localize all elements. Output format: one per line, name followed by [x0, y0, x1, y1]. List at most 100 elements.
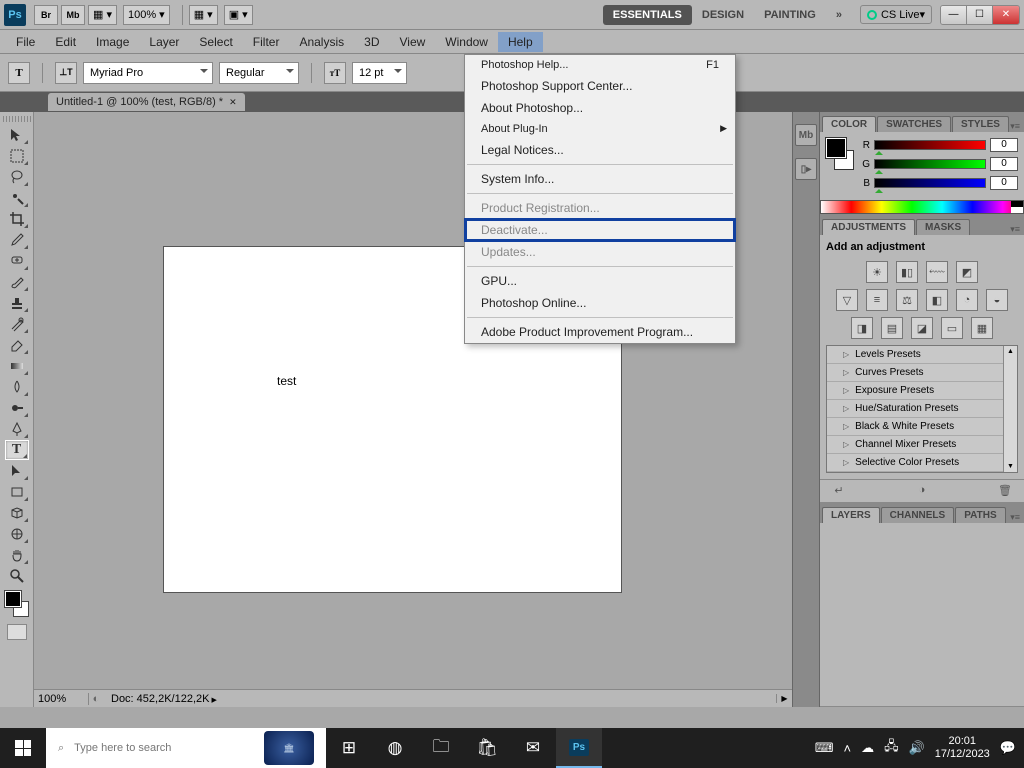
bw-icon[interactable]: ◧ [926, 289, 948, 311]
trash-icon[interactable]: 🗑 [996, 484, 1014, 498]
canvas-text-layer[interactable]: test [277, 374, 296, 388]
blur-tool[interactable] [5, 377, 29, 397]
menu-window[interactable]: Window [435, 32, 498, 52]
font-style-select[interactable]: Regular [219, 62, 299, 84]
g-slider[interactable] [874, 159, 986, 169]
workspace-design[interactable]: DESIGN [692, 5, 754, 25]
maximize-button[interactable]: ☐ [967, 6, 993, 24]
dock-history-icon[interactable]: ▯▸ [795, 158, 817, 180]
brush-tool[interactable] [5, 272, 29, 292]
exposure-icon[interactable]: ◩ [956, 261, 978, 283]
font-family-select[interactable]: Myriad Pro [83, 62, 213, 84]
document-tab[interactable]: Untitled-1 @ 100% (test, RGB/8) *✕ [48, 93, 245, 111]
tab-masks[interactable]: MASKS [916, 219, 970, 235]
workspace-painting[interactable]: PAINTING [754, 5, 826, 25]
fg-swatch[interactable] [826, 138, 846, 158]
workspace-more[interactable]: » [826, 5, 852, 25]
taskbar-photoshop[interactable]: Ps [556, 728, 602, 768]
help-improvement-program[interactable]: Adobe Product Improvement Program... [465, 321, 735, 343]
type-tool[interactable]: T [5, 440, 29, 460]
return-icon[interactable]: ↵ [830, 484, 848, 498]
b-value[interactable]: 0 [990, 176, 1018, 190]
taskbar-edge[interactable]: ◍ [372, 728, 418, 768]
taskbar-mail[interactable]: ✉ [510, 728, 556, 768]
history-brush-tool[interactable] [5, 314, 29, 334]
b-slider[interactable] [874, 178, 986, 188]
eraser-tool[interactable] [5, 335, 29, 355]
minimize-button[interactable]: — [941, 6, 967, 24]
status-icon[interactable]: ◐ [89, 693, 103, 705]
preset-curves[interactable]: Curves Presets [827, 364, 1017, 382]
help-deactivate[interactable]: Deactivate... [465, 219, 735, 241]
preset-levels[interactable]: Levels Presets [827, 346, 1017, 364]
eyedropper-tool[interactable] [5, 230, 29, 250]
workspace-essentials[interactable]: ESSENTIALS [603, 5, 692, 25]
close-tab-icon[interactable]: ✕ [229, 97, 237, 108]
curves-icon[interactable]: ⬳ [926, 261, 948, 283]
menu-3d[interactable]: 3D [354, 32, 389, 52]
help-legal-notices[interactable]: Legal Notices... [465, 139, 735, 161]
lasso-tool[interactable] [5, 167, 29, 187]
close-button[interactable]: ✕ [993, 6, 1019, 24]
taskbar-store[interactable]: 🛍 [464, 728, 510, 768]
help-photoshop-online[interactable]: Photoshop Online... [465, 292, 735, 314]
dodge-tool[interactable] [5, 398, 29, 418]
posterize-icon[interactable]: ▤ [881, 317, 903, 339]
hue-icon[interactable]: ≡ [866, 289, 888, 311]
panel-color-swatches[interactable] [826, 138, 854, 170]
status-scroll-right[interactable]: ▶ [776, 694, 792, 703]
cs-live-button[interactable]: CS Live ▾ [860, 5, 932, 24]
menu-select[interactable]: Select [189, 32, 242, 52]
task-view-button[interactable]: ⊞ [326, 728, 372, 768]
toolbox-grip[interactable] [3, 116, 31, 122]
g-value[interactable]: 0 [990, 157, 1018, 171]
clip-icon[interactable]: ◑ [913, 484, 931, 498]
move-tool[interactable] [5, 125, 29, 145]
zoom-tool[interactable] [5, 566, 29, 586]
tab-channels[interactable]: CHANNELS [881, 507, 955, 523]
menu-analysis[interactable]: Analysis [289, 32, 354, 52]
text-orientation-toggle[interactable]: ⊥T [55, 62, 77, 84]
vibrance-icon[interactable]: ▽ [836, 289, 858, 311]
menu-edit[interactable]: Edit [45, 32, 86, 52]
menu-file[interactable]: File [6, 32, 45, 52]
r-slider[interactable] [874, 140, 986, 150]
start-button[interactable] [0, 728, 46, 768]
panel-menu-icon[interactable]: ▾≡ [1010, 224, 1020, 235]
foreground-color-swatch[interactable] [5, 591, 21, 607]
menu-help[interactable]: Help [498, 32, 543, 52]
color-swatches[interactable] [5, 591, 29, 617]
tab-styles[interactable]: STYLES [952, 116, 1009, 132]
preset-hue[interactable]: Hue/Saturation Presets [827, 400, 1017, 418]
help-updates[interactable]: Updates... [465, 241, 735, 263]
tab-paths[interactable]: PATHS [955, 507, 1005, 523]
quick-select-tool[interactable] [5, 188, 29, 208]
gradientmap-icon[interactable]: ▭ [941, 317, 963, 339]
hand-tool[interactable] [5, 545, 29, 565]
menu-image[interactable]: Image [86, 32, 139, 52]
tab-layers[interactable]: LAYERS [822, 507, 880, 523]
threshold-icon[interactable]: ◪ [911, 317, 933, 339]
bridge-button[interactable]: Br [34, 5, 58, 25]
menu-layer[interactable]: Layer [139, 32, 189, 52]
r-value[interactable]: 0 [990, 138, 1018, 152]
photofilter-icon[interactable]: ◔ [956, 289, 978, 311]
panel-menu-icon[interactable]: ▾≡ [1010, 512, 1020, 523]
arrange-docs-dropdown[interactable]: ▦ ▾ [189, 5, 218, 25]
tray-volume-icon[interactable]: 🔊 [909, 740, 925, 756]
help-product-registration[interactable]: Product Registration... [465, 197, 735, 219]
preset-exposure[interactable]: Exposure Presets [827, 382, 1017, 400]
path-select-tool[interactable] [5, 461, 29, 481]
font-size-select[interactable]: 12 pt [352, 62, 407, 84]
healing-brush-tool[interactable] [5, 251, 29, 271]
tray-expand-icon[interactable]: ˄ [843, 741, 851, 756]
view-extras-dropdown[interactable]: ▦ ▾ [88, 5, 117, 25]
status-zoom[interactable]: 100% [34, 693, 89, 705]
dock-minibridge-icon[interactable]: Mb [795, 124, 817, 146]
tab-color[interactable]: COLOR [822, 116, 876, 132]
gradient-tool[interactable] [5, 356, 29, 376]
colorbalance-icon[interactable]: ⚖ [896, 289, 918, 311]
tray-network-icon[interactable]: 🖧 [884, 737, 899, 759]
zoom-level[interactable]: 100% ▾ [123, 5, 170, 25]
tool-preset-picker[interactable]: T [8, 62, 30, 84]
